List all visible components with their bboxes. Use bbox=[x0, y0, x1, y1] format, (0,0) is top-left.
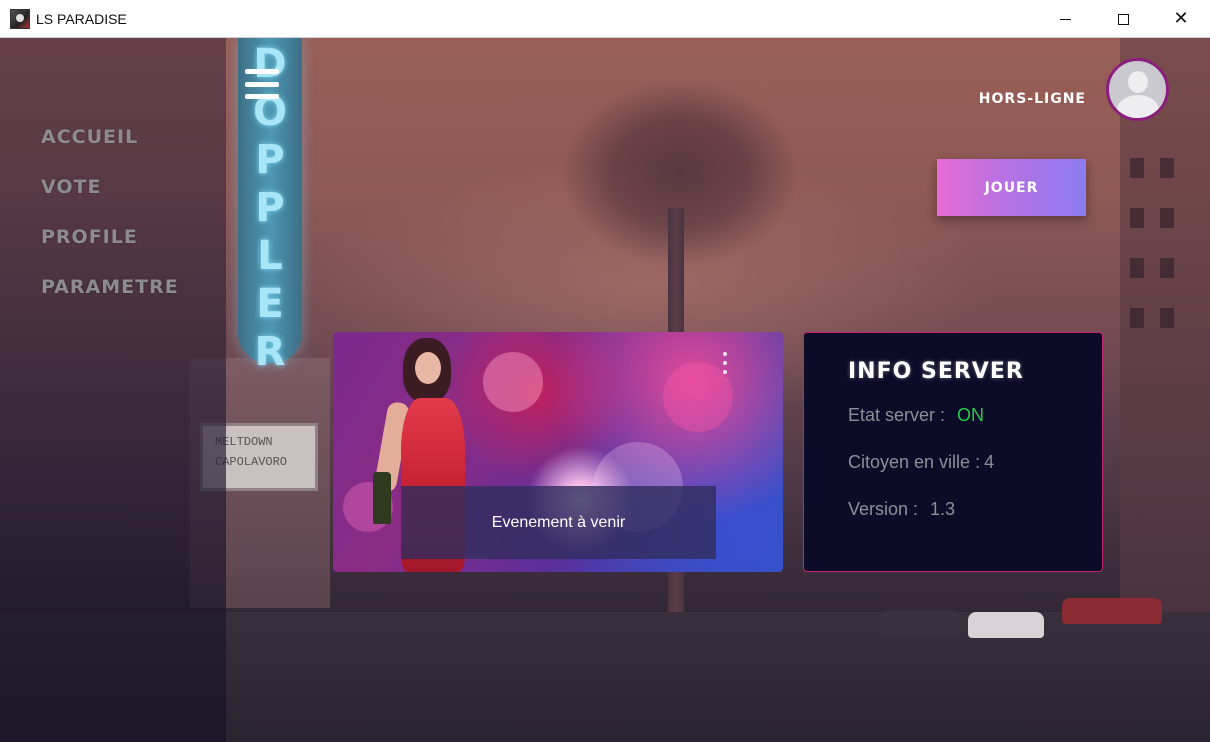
user-avatar-icon[interactable] bbox=[1106, 58, 1169, 121]
building-window bbox=[1130, 208, 1144, 228]
maximize-icon bbox=[1117, 13, 1129, 25]
info-server-card: INFO SERVER Etat server : ON Citoyen en v… bbox=[803, 332, 1103, 572]
window-title: LS PARADISE bbox=[36, 10, 127, 27]
marquee-line: CAPOLAVORO bbox=[215, 455, 288, 469]
sidebar-item-profile[interactable]: PROFILE bbox=[41, 226, 138, 248]
event-card[interactable]: Evenement à venir bbox=[333, 332, 783, 572]
info-server-title: INFO SERVER bbox=[848, 359, 1024, 384]
version-label: Version : bbox=[848, 499, 919, 519]
server-state-label: Etat server : bbox=[848, 405, 946, 425]
avatar-body bbox=[1117, 95, 1159, 118]
minimize-button[interactable] bbox=[1036, 0, 1094, 38]
hamburger-bar bbox=[245, 69, 279, 74]
sidebar-item-accueil[interactable]: ACCUEIL bbox=[41, 126, 138, 148]
window-titlebar: LS PARADISE ✕ bbox=[0, 0, 1210, 38]
app-logo-icon bbox=[10, 8, 30, 29]
neon-letter: P bbox=[255, 185, 285, 231]
minimize-icon bbox=[1059, 18, 1071, 20]
neon-letter: R bbox=[254, 329, 286, 375]
building-window bbox=[1160, 208, 1174, 228]
figure-face bbox=[415, 352, 441, 384]
neon-letter: P bbox=[255, 137, 285, 183]
building-window bbox=[1160, 258, 1174, 278]
neon-letter: L bbox=[257, 233, 283, 279]
version-value: 1.3 bbox=[930, 499, 956, 519]
building-window bbox=[1130, 258, 1144, 278]
car bbox=[1062, 598, 1162, 624]
avatar-head bbox=[1128, 71, 1148, 93]
more-vertical-icon[interactable] bbox=[723, 352, 727, 374]
champagne-bottle bbox=[373, 472, 391, 524]
sidebar-item-parametre[interactable]: PARAMETRE bbox=[41, 276, 179, 298]
dot bbox=[723, 361, 727, 365]
play-button[interactable]: JOUER bbox=[937, 159, 1086, 216]
version-row: Version : 1.3 bbox=[848, 499, 955, 520]
event-caption: Evenement à venir bbox=[401, 486, 716, 559]
dot bbox=[723, 352, 727, 356]
connection-status: HORS-LIGNE bbox=[978, 91, 1086, 107]
sidebar: ACCUEIL VOTE PROFILE PARAMETRE bbox=[0, 38, 226, 742]
window-controls: ✕ bbox=[1036, 0, 1210, 38]
hamburger-bar bbox=[245, 81, 279, 87]
sidebar-item-vote[interactable]: VOTE bbox=[41, 176, 101, 198]
car bbox=[968, 612, 1044, 638]
server-state-value: ON bbox=[957, 405, 985, 425]
building-window bbox=[1130, 308, 1144, 328]
hamburger-menu-icon[interactable] bbox=[245, 69, 279, 99]
car bbox=[880, 610, 960, 636]
building-right bbox=[1120, 38, 1210, 618]
building-window bbox=[1160, 158, 1174, 178]
maximize-button[interactable] bbox=[1094, 0, 1152, 38]
close-button[interactable]: ✕ bbox=[1152, 0, 1210, 38]
close-icon: ✕ bbox=[1173, 8, 1189, 29]
citizens-value: 4 bbox=[984, 452, 995, 472]
building-window bbox=[1160, 308, 1174, 328]
building-window bbox=[1130, 158, 1144, 178]
dot bbox=[723, 370, 727, 374]
marquee-line: MELTDOWN bbox=[215, 435, 273, 449]
neon-letter: E bbox=[256, 281, 284, 327]
citizens-row: Citoyen en ville :4 bbox=[848, 452, 994, 473]
server-state-row: Etat server : ON bbox=[848, 405, 984, 426]
hamburger-bar bbox=[245, 94, 279, 99]
citizens-label: Citoyen en ville : bbox=[848, 452, 981, 472]
